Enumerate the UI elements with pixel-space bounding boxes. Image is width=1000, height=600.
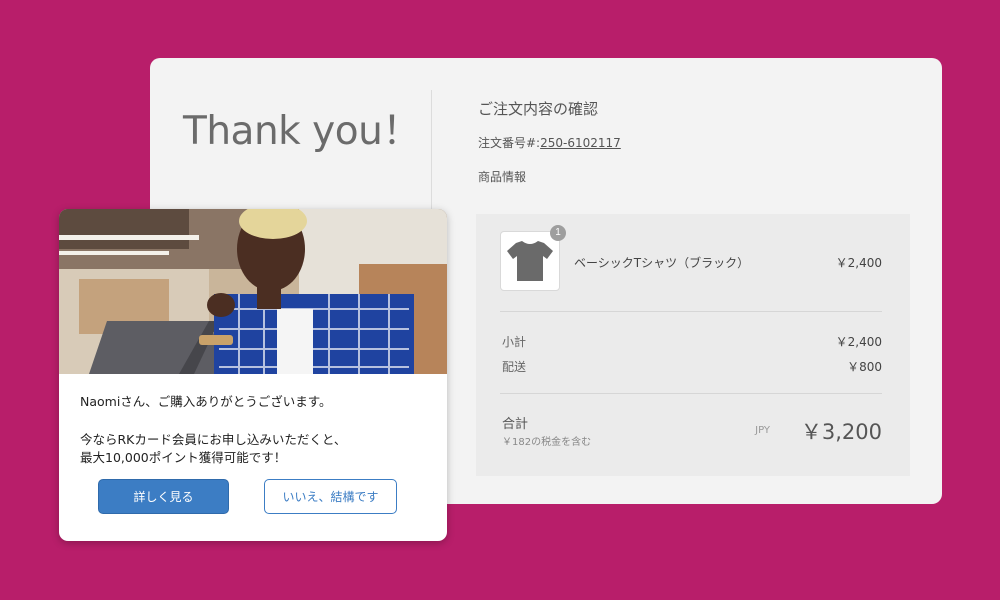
- thank-you-heading: Thank you！: [183, 109, 421, 154]
- offer-text-line2: 最大10,000ポイント獲得可能です！: [80, 450, 287, 465]
- item-name: ベーシックTシャツ（ブラック）: [574, 256, 750, 270]
- currency-code: JPY: [755, 425, 770, 436]
- card-offer-popup: Naomiさん、ご購入ありがとうございます。 今ならRKカード会員にお申し込みい…: [59, 209, 447, 541]
- order-confirmation-title: ご注文内容の確認: [478, 100, 599, 118]
- learn-more-button[interactable]: 詳しく見る: [98, 479, 229, 514]
- offer-text-line1: 今ならRKカード会員にお申し込みいただくと、: [80, 432, 347, 447]
- order-summary: 1 ベーシックTシャツ（ブラック） ￥2,400 小計 ￥2,400 配送 ￥8…: [476, 214, 910, 476]
- total-label: 合計: [502, 417, 529, 432]
- summary-divider: [500, 393, 882, 394]
- tax-note: ￥182の税金を含む: [502, 437, 592, 448]
- product-info-heading: 商品情報: [478, 170, 527, 184]
- quantity-badge: 1: [550, 225, 566, 241]
- subtotal-label: 小計: [502, 335, 527, 349]
- customer-photo: [59, 209, 447, 374]
- subtotal-value: ￥2,400: [835, 335, 882, 349]
- decline-button[interactable]: いいえ、結構です: [264, 479, 397, 514]
- product-thumbnail: [500, 231, 560, 291]
- order-number-label: 注文番号#:: [478, 136, 541, 150]
- shipping-label: 配送: [502, 360, 527, 374]
- summary-divider: [500, 311, 882, 312]
- item-price: ￥2,400: [835, 256, 882, 270]
- total-value: ￥3,200: [800, 420, 882, 444]
- order-number-link[interactable]: 250-6102117: [540, 136, 621, 150]
- order-number-line: 注文番号#:250-6102117: [478, 134, 621, 151]
- shipping-value: ￥800: [847, 360, 882, 374]
- tshirt-icon: [507, 241, 553, 281]
- greeting-text: Naomiさん、ご購入ありがとうございます。: [80, 394, 332, 409]
